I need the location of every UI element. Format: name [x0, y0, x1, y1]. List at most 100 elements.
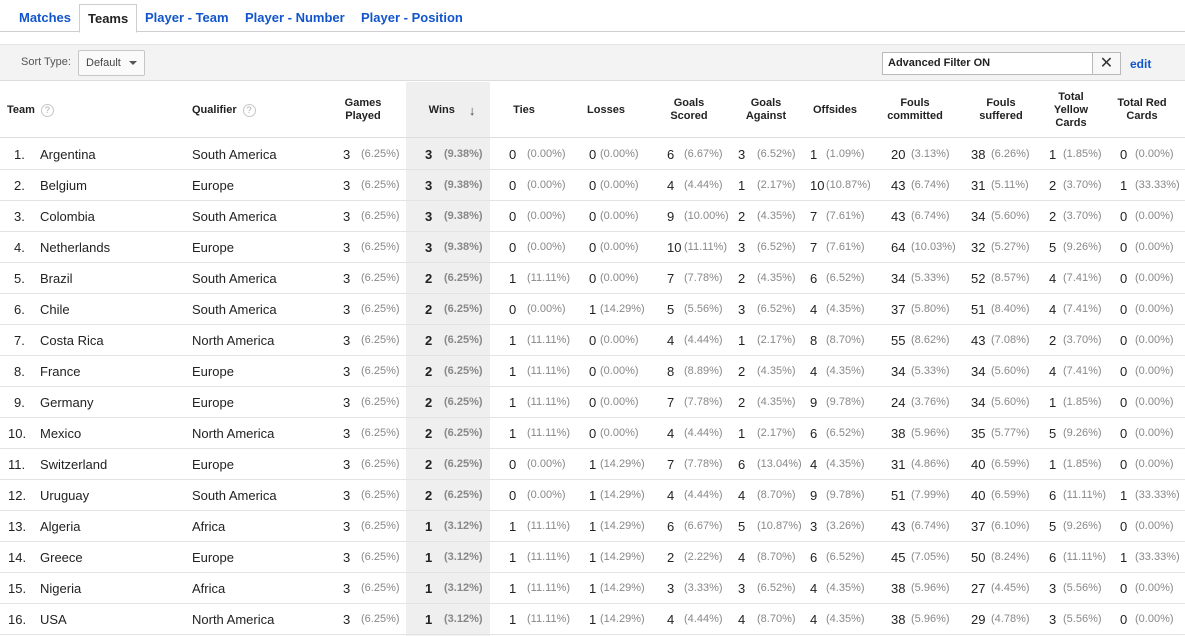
team-name[interactable]: Greece	[40, 542, 83, 573]
table-row[interactable]: 12. Uruguay South America 3 (6.25%) 2 (6.25%) 0…	[0, 480, 1185, 511]
help-icon[interactable]: ?	[40, 103, 54, 117]
team-name[interactable]: Chile	[40, 294, 70, 325]
qualifier-name: South America	[192, 302, 277, 317]
table-row[interactable]: 5. Brazil South America 3 (6.25%) 2 (6.25%) 1 (1…	[0, 263, 1185, 294]
off-value: 4	[810, 612, 818, 627]
wins-value: 2	[425, 364, 433, 379]
ties-value: 1	[509, 519, 517, 534]
table-row[interactable]: 6. Chile South America 3 (6.25%) 2 (6.25%) 0 (0.…	[0, 294, 1185, 325]
team-name[interactable]: Argentina	[40, 139, 96, 170]
ties-percent: (11.11%)	[527, 551, 571, 563]
fs-value: 51	[971, 302, 986, 317]
yc-value: 1	[1049, 457, 1057, 472]
table-row[interactable]: 8. France Europe 3 (6.25%) 2 (6.25%) 1 (11.11%) 0…	[0, 356, 1185, 387]
rc-percent: (0.00%)	[1135, 210, 1174, 222]
off-percent: (4.35%)	[826, 582, 865, 594]
header-losses[interactable]: Losses	[580, 82, 632, 138]
table-row[interactable]: 14. Greece Europe 3 (6.25%) 1 (3.12%) 1 (11.11%)…	[0, 542, 1185, 573]
rc-value: 0	[1120, 519, 1128, 534]
sort-type-select[interactable]: Default	[78, 50, 145, 76]
yc-value: 1	[1049, 147, 1057, 162]
team-name[interactable]: France	[40, 356, 80, 387]
yc-percent: (9.26%)	[1063, 241, 1102, 253]
gp-percent: (6.25%)	[361, 489, 400, 501]
table-row[interactable]: 3. Colombia South America 3 (6.25%) 3 (9.38%) 0…	[0, 201, 1185, 232]
gp-percent: (6.25%)	[361, 582, 400, 594]
team-name[interactable]: Mexico	[40, 418, 81, 449]
header-total-yellow-cards[interactable]: Total Yellow Cards	[1046, 82, 1096, 138]
header-wins[interactable]: Wins ↓	[410, 82, 494, 138]
team-name[interactable]: Germany	[40, 387, 93, 418]
gs-percent: (4.44%)	[684, 427, 723, 439]
gs-value: 6	[667, 147, 675, 162]
fs-value: 35	[971, 426, 986, 441]
yc-value: 5	[1049, 426, 1057, 441]
team-name[interactable]: Uruguay	[40, 480, 89, 511]
fc-value: 24	[891, 395, 906, 410]
fs-percent: (5.60%)	[991, 365, 1030, 377]
ga-percent: (6.52%)	[757, 241, 796, 253]
advanced-filter-field[interactable]: Advanced Filter ON	[882, 52, 1093, 75]
team-name[interactable]: Nigeria	[40, 573, 81, 604]
team-name[interactable]: Brazil	[40, 263, 73, 294]
team-name[interactable]: Belgium	[40, 170, 87, 201]
tab-player-number[interactable]: Player - Number	[245, 4, 345, 33]
table-row[interactable]: 10. Mexico North America 3 (6.25%) 2 (6.25%) 1 (…	[0, 418, 1185, 449]
table-row[interactable]: 7. Costa Rica North America 3 (6.25%) 2 (6.25%…	[0, 325, 1185, 356]
header-offsides[interactable]: Offsides	[807, 82, 863, 138]
wins-percent: (9.38%)	[444, 241, 483, 253]
header-goals-against[interactable]: Goals Against	[737, 82, 795, 138]
tab-teams[interactable]: Teams	[79, 4, 138, 33]
tab-matches[interactable]: Matches	[19, 4, 71, 33]
fs-percent: (7.08%)	[991, 334, 1030, 346]
table-row[interactable]: 1. Argentina South America 3 (6.25%) 3 (9.38%)…	[0, 139, 1185, 170]
ties-value: 1	[509, 271, 517, 286]
table-row[interactable]: 13. Algeria Africa 3 (6.25%) 1 (3.12%) 1 (11.11%…	[0, 511, 1185, 542]
fc-value: 31	[891, 457, 906, 472]
table-row[interactable]: 9. Germany Europe 3 (6.25%) 2 (6.25%) 1 (11.11%)…	[0, 387, 1185, 418]
header-total-red-cards[interactable]: Total Red Cards	[1114, 82, 1170, 138]
table-row[interactable]: 15. Nigeria Africa 3 (6.25%) 1 (3.12%) 1 (11.11%…	[0, 573, 1185, 604]
ga-value: 3	[738, 302, 746, 317]
header-fouls-committed[interactable]: Fouls committed	[882, 82, 948, 138]
team-name[interactable]: Netherlands	[40, 232, 110, 263]
qualifier-name: South America	[192, 488, 277, 503]
team-name[interactable]: Costa Rica	[40, 325, 104, 356]
header-ties[interactable]: Ties	[500, 82, 548, 138]
team-name[interactable]: Algeria	[40, 511, 80, 542]
gs-percent: (8.89%)	[684, 365, 723, 377]
header-goals-scored[interactable]: Goals Scored	[660, 82, 718, 138]
wins-value: 1	[425, 550, 433, 565]
gp-percent: (6.25%)	[361, 458, 400, 470]
fc-percent: (5.96%)	[911, 427, 950, 439]
qualifier-name: North America	[192, 612, 275, 627]
tab-player-team[interactable]: Player - Team	[145, 4, 229, 33]
wins-percent: (3.12%)	[444, 551, 483, 563]
header-qualifier[interactable]: Qualifier?	[192, 82, 312, 138]
table-row[interactable]: 2. Belgium Europe 3 (6.25%) 3 (9.38%) 0 (0.00%) 0…	[0, 170, 1185, 201]
row-rank: 10.	[8, 426, 27, 441]
gs-value: 3	[667, 581, 675, 596]
ga-value: 2	[738, 364, 746, 379]
fs-value: 38	[971, 147, 986, 162]
qualifier-name: South America	[192, 147, 277, 162]
team-name[interactable]: Colombia	[40, 201, 95, 232]
help-icon[interactable]: ?	[242, 103, 256, 117]
team-name[interactable]: Switzerland	[40, 449, 107, 480]
edit-filter-link[interactable]: edit	[1130, 57, 1151, 71]
close-icon[interactable]: ✕	[1093, 52, 1121, 75]
ga-percent: (4.35%)	[757, 272, 796, 284]
table-row[interactable]: 4. Netherlands Europe 3 (6.25%) 3 (9.38%) 0 (0.0…	[0, 232, 1185, 263]
tab-player-position[interactable]: Player - Position	[361, 4, 463, 33]
team-name[interactable]: USA	[40, 604, 67, 635]
header-team[interactable]: Team?	[7, 82, 127, 138]
table-row[interactable]: 16. USA North America 3 (6.25%) 1 (3.12%) 1 (11.…	[0, 604, 1185, 635]
header-games-played[interactable]: Games Played	[330, 82, 396, 138]
gp-percent: (6.25%)	[361, 303, 400, 315]
losses-percent: (0.00%)	[600, 396, 639, 408]
header-fouls-suffered[interactable]: Fouls suffered	[968, 82, 1034, 138]
ga-percent: (2.17%)	[757, 427, 796, 439]
wins-value: 3	[425, 178, 433, 193]
gp-percent: (6.25%)	[361, 241, 400, 253]
table-row[interactable]: 11. Switzerland Europe 3 (6.25%) 2 (6.25%) 0 (0.…	[0, 449, 1185, 480]
